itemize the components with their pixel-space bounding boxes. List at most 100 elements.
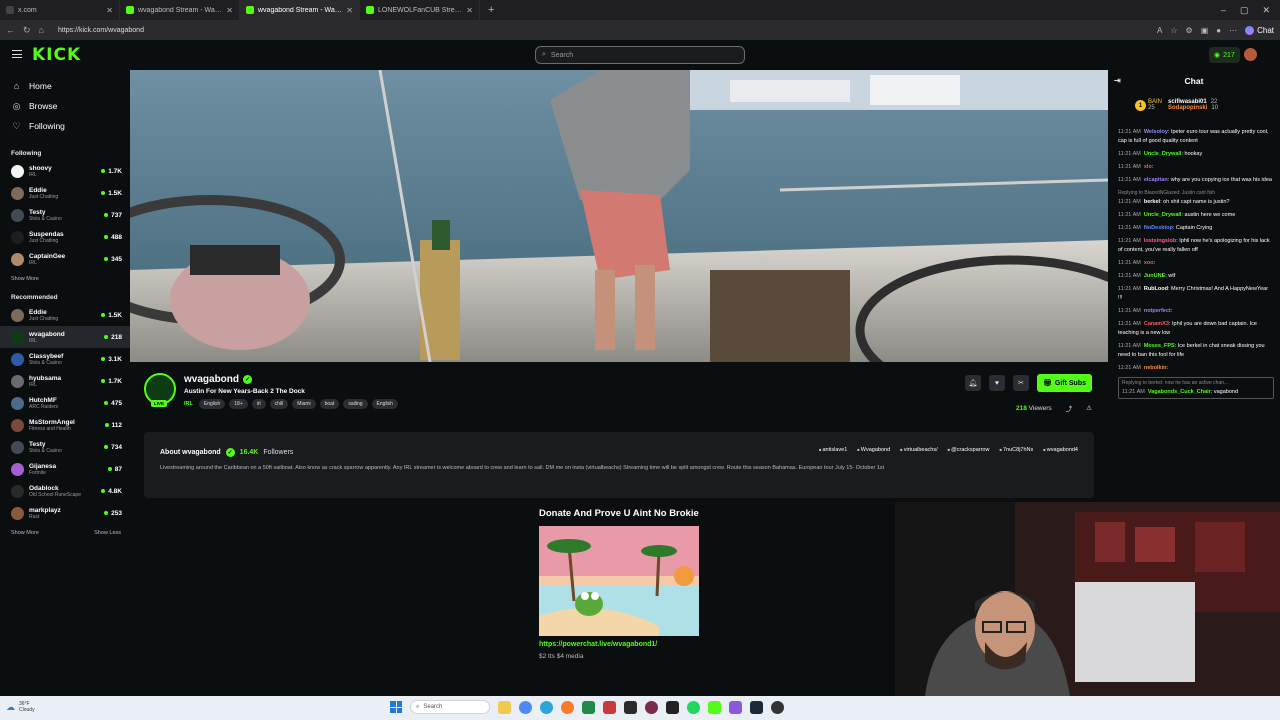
show-less-button[interactable]: Show Less bbox=[94, 530, 121, 536]
sidebar-channel[interactable]: Testy Slots & Casino 737 bbox=[0, 204, 130, 226]
url-field[interactable]: https://kick.com/wvagabond bbox=[58, 27, 144, 34]
edge-icon[interactable] bbox=[540, 700, 553, 714]
chat-username[interactable]: elcapitan bbox=[1144, 177, 1168, 183]
share-icon[interactable]: ⤴ bbox=[1066, 403, 1073, 413]
sidebar-channel[interactable]: HutchMF ARC Raiders 475 bbox=[0, 392, 130, 414]
social-link[interactable]: wvagabond4 bbox=[1043, 447, 1078, 453]
app-icon[interactable] bbox=[582, 700, 595, 714]
windows-start-icon[interactable] bbox=[390, 701, 402, 713]
social-link[interactable]: virtualbeachs/ bbox=[900, 447, 938, 453]
browser-tab[interactable]: x.com ✕ bbox=[0, 0, 120, 20]
stream-tag[interactable]: Miami bbox=[292, 399, 316, 409]
collapse-chat-icon[interactable]: ⇥ bbox=[1114, 76, 1121, 85]
points-badge[interactable]: ◉ 217 bbox=[1209, 47, 1240, 63]
terminal-icon[interactable] bbox=[666, 700, 679, 714]
show-more-recommended-button[interactable]: Show More bbox=[11, 530, 39, 536]
sidebar-channel[interactable]: hyubsama IRL 1.7K bbox=[0, 370, 130, 392]
sidebar-channel[interactable]: wvagabond IRL 218 bbox=[0, 326, 130, 348]
chat-username[interactable]: CanamX3 bbox=[1144, 321, 1169, 327]
chat-username[interactable]: lostsingslob bbox=[1144, 238, 1176, 244]
channel-name[interactable]: wvagabond bbox=[184, 374, 239, 385]
steam-icon[interactable] bbox=[750, 700, 763, 714]
tab-close-icon[interactable]: ✕ bbox=[466, 6, 473, 15]
chat-username[interactable]: berkel bbox=[1144, 199, 1160, 205]
favorite-icon[interactable]: ☆ bbox=[1170, 26, 1177, 35]
file-explorer-icon[interactable] bbox=[498, 700, 511, 714]
chat-username[interactable]: notperfect bbox=[1144, 308, 1171, 314]
stream-tag[interactable]: sailing bbox=[343, 399, 368, 409]
app-icon[interactable] bbox=[624, 700, 637, 714]
sidebar-channel[interactable]: Eddie Just Chatting 1.5K bbox=[0, 182, 130, 204]
clip-icon[interactable]: ✂ bbox=[1012, 375, 1029, 391]
sidebar-channel[interactable]: Testy Slots & Casino 734 bbox=[0, 436, 130, 458]
weather-widget[interactable]: ☁ 36°F Cloudy bbox=[6, 701, 35, 713]
video-player[interactable] bbox=[130, 70, 1108, 362]
sidebar-channel[interactable]: markplayz Rust 253 bbox=[0, 502, 130, 524]
show-more-button[interactable]: Show More bbox=[11, 276, 39, 282]
social-link[interactable]: @cracksparrow bbox=[948, 447, 989, 453]
chat-messages[interactable]: 11:21 AM Welsoloy: Ipeter euro tour was a… bbox=[1108, 128, 1280, 500]
menu-icon[interactable] bbox=[12, 50, 22, 58]
refresh-icon[interactable]: ↻ bbox=[23, 25, 31, 36]
social-link[interactable]: antislave1 bbox=[819, 447, 847, 453]
notification-bell-icon[interactable]: 🔔︎ bbox=[964, 375, 981, 391]
report-icon[interactable]: ⚠ bbox=[1086, 404, 1092, 412]
stream-tag[interactable]: English bbox=[198, 399, 226, 409]
sidebar-nav-home[interactable]: ⌂ Home bbox=[0, 76, 130, 96]
social-link[interactable]: 7nuC8j7hNs bbox=[999, 447, 1033, 453]
close-window-icon[interactable]: ✕ bbox=[1262, 5, 1270, 16]
sidebar-channel[interactable]: Odablock Old School RuneScape 4.8K bbox=[0, 480, 130, 502]
stream-tag[interactable]: irl bbox=[251, 399, 266, 409]
minimize-icon[interactable]: – bbox=[1221, 5, 1226, 16]
chat-username[interactable]: NoDesktop bbox=[1144, 225, 1173, 231]
tab-close-icon[interactable]: ✕ bbox=[346, 6, 353, 15]
chat-username[interactable]: xlo bbox=[1144, 164, 1152, 170]
chat-username[interactable]: Vagabonds_Cuck_Chair bbox=[1148, 389, 1211, 395]
sidebar-channel[interactable]: shoovy IRL 1.7K bbox=[0, 160, 130, 182]
user-avatar[interactable] bbox=[1244, 48, 1257, 61]
sidebar-nav-browse[interactable]: ◎ Browse bbox=[0, 96, 130, 116]
chat-username[interactable]: Moses_FPS bbox=[1144, 343, 1175, 349]
sidebar-channel[interactable]: CaptainGee IRL 345 bbox=[0, 248, 130, 270]
back-icon[interactable]: ← bbox=[6, 25, 15, 35]
donation-link[interactable]: https://powerchat.live/wvagabond1/ bbox=[539, 641, 709, 648]
chat-username[interactable]: JunUNE bbox=[1144, 273, 1165, 279]
leaderboard-user[interactable]: Sodapopinski bbox=[1168, 105, 1207, 111]
chat-username[interactable]: Uncle_Drywall bbox=[1144, 212, 1182, 218]
app-icon[interactable] bbox=[708, 700, 721, 714]
sidebar-channel[interactable]: Gijanesa Fortnite 87 bbox=[0, 458, 130, 480]
stream-tag[interactable]: English bbox=[371, 399, 398, 409]
sidebar-channel[interactable]: Suspendas Just Chatting 488 bbox=[0, 226, 130, 248]
search-input[interactable]: ⌕ Search bbox=[535, 46, 745, 64]
stream-tag[interactable]: boat bbox=[319, 399, 340, 409]
chat-username[interactable]: xoo bbox=[1144, 260, 1154, 266]
sidebar-channel[interactable]: Classybeef Slots & Casino 3.1K bbox=[0, 348, 130, 370]
browser-tab[interactable]: wvagabond Stream - Watch L ✕ bbox=[120, 0, 240, 20]
sidebar-channel[interactable]: MsStormAngel Fitness and Health 112 bbox=[0, 414, 130, 436]
chat-username[interactable]: Uncle_Drywall bbox=[1144, 151, 1182, 157]
follow-heart-icon[interactable]: ♥ bbox=[988, 375, 1005, 391]
taskbar-search[interactable]: ⌕ Search bbox=[410, 700, 490, 714]
sidebar-channel[interactable]: Eddie Just Chatting 1.5K bbox=[0, 304, 130, 326]
spotify-icon[interactable] bbox=[687, 700, 700, 714]
copilot-chat-button[interactable]: Chat bbox=[1245, 25, 1274, 35]
kick-logo[interactable]: KICK bbox=[32, 45, 81, 65]
tab-close-icon[interactable]: ✕ bbox=[226, 6, 233, 15]
browser-tab[interactable]: wvagabond Stream - Watch L ✕ bbox=[240, 0, 360, 20]
app-icon[interactable] bbox=[645, 700, 658, 714]
chat-username[interactable]: RubLood bbox=[1144, 286, 1168, 292]
home-browser-icon[interactable]: ⌂ bbox=[39, 25, 44, 35]
maximize-icon[interactable]: ▢ bbox=[1240, 5, 1249, 16]
panel-image[interactable] bbox=[539, 526, 699, 636]
gift-subs-button[interactable]: 🎁︎ Gift Subs bbox=[1036, 374, 1092, 392]
chat-username[interactable]: nebolkin bbox=[1144, 365, 1167, 371]
collections-icon[interactable]: ▣ bbox=[1201, 26, 1209, 35]
sidebar-nav-following[interactable]: ♡ Following bbox=[0, 116, 130, 136]
stream-tag[interactable]: chill bbox=[269, 399, 289, 409]
category-link[interactable]: IRL bbox=[184, 401, 193, 407]
chrome-icon[interactable] bbox=[519, 700, 532, 714]
read-aloud-icon[interactable]: A bbox=[1157, 26, 1162, 35]
profile-icon[interactable]: ● bbox=[1216, 26, 1221, 35]
firefox-icon[interactable] bbox=[561, 700, 574, 714]
social-link[interactable]: Wvagabond bbox=[857, 447, 890, 453]
